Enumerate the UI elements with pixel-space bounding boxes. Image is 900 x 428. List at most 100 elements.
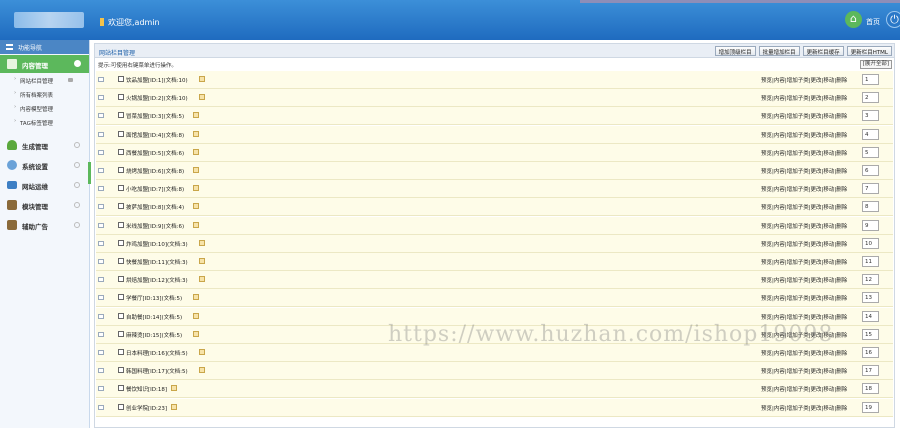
category-ads[interactable]: 辅助广告: [0, 215, 89, 235]
row-actions[interactable]: 预览|内容|增加子类|更改|移动|删除: [761, 240, 847, 248]
sort-order-input[interactable]: 10: [862, 237, 879, 249]
expand-row-icon[interactable]: [98, 277, 104, 283]
column-name[interactable]: 烧烤加盟[ID:6](文档:8): [126, 167, 184, 175]
update-cache-button[interactable]: 更新栏目缓存: [802, 46, 844, 56]
sort-order-input[interactable]: 12: [862, 274, 879, 286]
column-name[interactable]: 学餐厅[ID:13](文档:5): [126, 294, 182, 302]
sort-order-input[interactable]: 4: [862, 128, 879, 140]
row-checkbox[interactable]: [118, 185, 124, 192]
update-html-button[interactable]: 更新栏目HTML: [846, 46, 892, 56]
expand-row-icon[interactable]: [98, 386, 104, 392]
expand-toggle-icon[interactable]: [74, 142, 80, 148]
table-row[interactable]: 日本料理[ID:16](文档:5) 预览|内容|增加子类|更改|移动|删除 16: [96, 344, 893, 362]
edit-icon[interactable]: [199, 239, 205, 246]
sort-order-input[interactable]: 3: [862, 110, 879, 122]
edit-icon[interactable]: [193, 112, 199, 119]
column-name[interactable]: 炸鸡加盟[ID:10](文档:3): [126, 240, 188, 248]
power-icon[interactable]: ⏻: [886, 11, 900, 28]
sort-order-input[interactable]: 19: [862, 401, 879, 413]
table-row[interactable]: 冒菜加盟[ID:3](文档:5) 预览|内容|增加子类|更改|移动|删除 3: [96, 107, 893, 126]
sort-order-input[interactable]: 8: [862, 201, 879, 213]
expand-row-icon[interactable]: [98, 95, 104, 101]
expand-all-button[interactable]: [展开全部]: [859, 60, 892, 69]
row-checkbox[interactable]: [118, 76, 124, 82]
sidebar-item-tag-manage[interactable]: TAG标签管理: [0, 115, 89, 129]
edit-icon[interactable]: [199, 367, 205, 374]
column-name[interactable]: 米线加盟[ID:9](文档:6): [126, 222, 184, 230]
table-row[interactable]: 烘焙加盟[ID:12](文档:3) 预览|内容|增加子类|更改|移动|删除 12: [96, 271, 893, 290]
edit-icon[interactable]: [171, 385, 177, 392]
sort-order-input[interactable]: 5: [862, 146, 879, 158]
expand-row-icon[interactable]: [98, 259, 104, 264]
row-actions[interactable]: 预览|内容|增加子类|更改|移动|删除: [761, 276, 847, 284]
edit-icon[interactable]: [199, 76, 205, 82]
edit-icon[interactable]: [193, 294, 199, 301]
sort-order-input[interactable]: 16: [862, 347, 879, 358]
category-site-ops[interactable]: 网站运维: [0, 175, 89, 195]
column-name[interactable]: 韩国料理[ID:17](文档:5): [126, 367, 188, 375]
row-actions[interactable]: 预览|内容|增加子类|更改|移动|删除: [761, 185, 847, 193]
row-checkbox[interactable]: [118, 130, 124, 137]
column-name[interactable]: 烘焙加盟[ID:12](文档:3): [126, 276, 188, 284]
row-actions[interactable]: 预览|内容|增加子类|更改|移动|删除: [761, 331, 847, 339]
sort-order-input[interactable]: 17: [862, 365, 879, 377]
column-name[interactable]: 麻辣烫[ID:15](文档:5): [126, 331, 182, 339]
table-row[interactable]: 面馆加盟[ID:4](文档:8) 预览|内容|增加子类|更改|移动|删除 4: [96, 125, 893, 144]
row-actions[interactable]: 预览|内容|增加子类|更改|移动|删除: [761, 258, 847, 266]
row-checkbox[interactable]: [118, 258, 124, 264]
edit-icon[interactable]: [193, 312, 199, 319]
table-row[interactable]: 麻辣烫[ID:15](文档:5) 预览|内容|增加子类|更改|移动|删除 15: [96, 325, 893, 344]
edit-icon[interactable]: [193, 148, 199, 155]
column-name[interactable]: 披萨加盟[ID:8](文档:4): [126, 203, 184, 211]
table-row[interactable]: 快餐加盟[ID:11](文档:3) 预览|内容|增加子类|更改|移动|删除 11: [96, 253, 893, 271]
row-checkbox[interactable]: [118, 148, 124, 155]
home-icon[interactable]: ⌂: [845, 11, 862, 28]
expand-row-icon[interactable]: [98, 113, 104, 119]
expand-row-icon[interactable]: [98, 131, 104, 137]
column-name[interactable]: 面馆加盟[ID:4](文档:8): [126, 131, 184, 139]
table-row[interactable]: 自助餐[ID:14](文档:5) 预览|内容|增加子类|更改|移动|删除 14: [96, 307, 893, 326]
row-checkbox[interactable]: [118, 294, 124, 301]
sidebar-item-all-docs[interactable]: 所有档案列表: [0, 87, 89, 101]
category-content-management[interactable]: 内容管理: [0, 55, 89, 73]
column-name[interactable]: 冒菜加盟[ID:3](文档:5): [126, 112, 184, 120]
expand-row-icon[interactable]: [98, 350, 104, 355]
table-row[interactable]: 餐饮知识[ID:18] 预览|内容|增加子类|更改|移动|删除 18: [96, 380, 893, 399]
expand-row-icon[interactable]: [98, 186, 104, 192]
sort-order-input[interactable]: 6: [862, 165, 879, 176]
row-actions[interactable]: 预览|内容|增加子类|更改|移动|删除: [761, 94, 847, 102]
row-checkbox[interactable]: [118, 349, 124, 355]
expand-row-icon[interactable]: [98, 295, 104, 301]
expand-toggle-icon[interactable]: [74, 162, 80, 168]
expand-row-icon[interactable]: [98, 313, 104, 319]
sort-order-input[interactable]: 15: [862, 328, 879, 340]
expand-row-icon[interactable]: [98, 149, 104, 155]
edit-icon[interactable]: [193, 167, 199, 173]
row-checkbox[interactable]: [118, 203, 124, 210]
row-checkbox[interactable]: [118, 330, 124, 337]
row-actions[interactable]: 预览|内容|增加子类|更改|移动|删除: [761, 222, 847, 230]
row-actions[interactable]: 预览|内容|增加子类|更改|移动|删除: [761, 203, 847, 211]
table-row[interactable]: 炸鸡加盟[ID:10](文档:3) 预览|内容|增加子类|更改|移动|删除 10: [96, 234, 893, 253]
row-checkbox[interactable]: [118, 403, 124, 410]
column-name[interactable]: 创业学院[ID:23]: [126, 404, 167, 412]
table-row[interactable]: 披萨加盟[ID:8](文档:4) 预览|内容|增加子类|更改|移动|删除 8: [96, 198, 893, 217]
expand-toggle-icon[interactable]: [74, 222, 80, 228]
sort-order-input[interactable]: 11: [862, 256, 879, 267]
column-name[interactable]: 西餐加盟[ID:5](文档:6): [126, 149, 184, 157]
edit-icon[interactable]: [199, 276, 205, 283]
table-row[interactable]: 小吃加盟[ID:7](文档:8) 预览|内容|增加子类|更改|移动|删除 7: [96, 180, 893, 199]
category-generate[interactable]: 生成管理: [0, 135, 89, 155]
expand-toggle-icon[interactable]: [74, 182, 80, 188]
edit-icon[interactable]: [199, 258, 205, 264]
expand-row-icon[interactable]: [98, 240, 104, 246]
row-actions[interactable]: 预览|内容|增加子类|更改|移动|删除: [761, 294, 847, 302]
column-name[interactable]: 饮品加盟[ID:1](文档:10): [126, 76, 188, 84]
column-name[interactable]: 餐饮知识[ID:18]: [126, 385, 167, 393]
add-top-column-button[interactable]: 增加顶级栏目: [714, 46, 756, 56]
edit-icon[interactable]: [193, 130, 199, 137]
category-modules[interactable]: 模块管理: [0, 195, 89, 215]
row-checkbox[interactable]: [118, 239, 124, 246]
edit-icon[interactable]: [199, 94, 205, 101]
row-actions[interactable]: 预览|内容|增加子类|更改|移动|删除: [761, 167, 847, 175]
